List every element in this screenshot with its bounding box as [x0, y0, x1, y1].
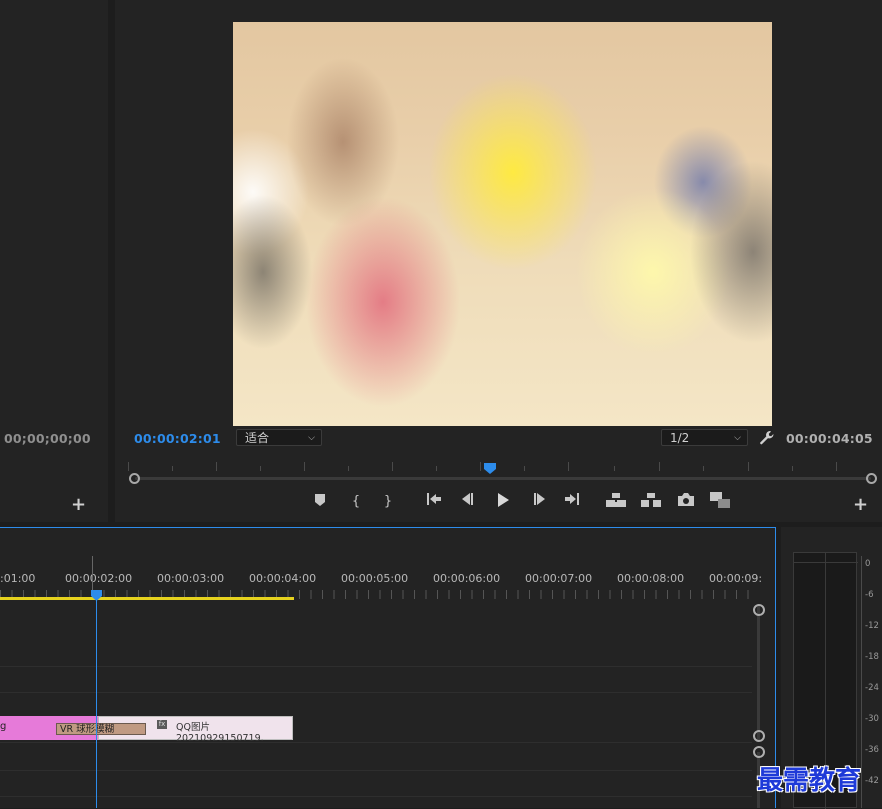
ruler-label: 00:00:09: [709, 572, 763, 585]
work-area-bar[interactable] [0, 597, 294, 600]
meter-label: -6 [865, 590, 874, 600]
resolution-select[interactable]: 1/2 ⌵ [661, 429, 748, 446]
watermark: 最需教育 [757, 766, 862, 796]
program-video-frame [233, 22, 772, 426]
meter-label: 0 [865, 559, 871, 569]
timeline-vertical-scrollbar-track[interactable] [757, 606, 760, 740]
go-to-out-icon[interactable] [561, 493, 583, 511]
scrollbar-top-handle[interactable] [753, 746, 765, 758]
track-divider [0, 796, 752, 797]
chevron-down-icon: ⌵ [734, 433, 741, 443]
video-clip[interactable]: g VR 球形模糊 fx QQ图片20210929150719. [0, 716, 293, 744]
zoom-select-value: 适合 [245, 431, 270, 445]
meter-label: -36 [865, 745, 879, 755]
audio-meter-scale-line [861, 556, 862, 808]
mark-in-icon[interactable]: { [345, 493, 367, 511]
fx-icon: fx [157, 720, 167, 729]
effect-badge-label: VR 球形模糊 [60, 724, 115, 735]
source-timecode[interactable]: 00;00;00;00 [4, 431, 91, 446]
lift-icon[interactable] [605, 493, 627, 511]
wrench-icon[interactable] [759, 430, 775, 446]
scrollbar-right-handle[interactable] [866, 473, 877, 484]
ruler-label: 00:00:05:00 [341, 572, 409, 585]
track-divider [0, 742, 752, 743]
ruler-label: 00:00:06:00 [433, 572, 501, 585]
ruler-label: 00:00:04:00 [249, 572, 317, 585]
duration-timecode: 00:00:04:05 [786, 431, 873, 446]
timeline-playhead-marker[interactable] [91, 586, 102, 601]
scrollbar-left-handle[interactable] [129, 473, 140, 484]
source-monitor-panel: 00;00;00;00 + [0, 0, 108, 522]
go-to-in-icon[interactable] [423, 493, 445, 511]
meter-label: -18 [865, 652, 879, 662]
chevron-down-icon: ⌵ [308, 433, 315, 443]
marker-icon[interactable] [309, 494, 331, 512]
resolution-select-value: 1/2 [670, 431, 690, 445]
ruler-label: 00:00:02:00 [65, 572, 133, 585]
ruler-label: 00:00:03:00 [157, 572, 225, 585]
meter-label: -42 [865, 776, 879, 786]
program-add-button[interactable]: + [853, 494, 868, 515]
timeline-playhead-line[interactable] [96, 593, 97, 808]
effect-badge: VR 球形模糊 [56, 723, 146, 735]
ruler-label: :01:00 [0, 572, 36, 585]
step-back-icon[interactable] [457, 493, 479, 511]
program-zoom-scrollbar[interactable] [129, 473, 877, 484]
scrollbar-top-handle[interactable] [753, 604, 765, 616]
scrollbar-bottom-handle[interactable] [753, 730, 765, 742]
source-add-button[interactable]: + [71, 494, 86, 515]
clip-left-fragment: g [0, 721, 7, 732]
meter-label: -12 [865, 621, 879, 631]
track-divider [0, 692, 752, 693]
meter-label: -24 [865, 683, 879, 693]
ruler-label: 00:00:07:00 [525, 572, 593, 585]
camera-icon[interactable] [675, 493, 697, 511]
compare-view-icon[interactable] [709, 492, 731, 510]
extract-icon[interactable] [640, 493, 662, 511]
clip-name: QQ图片20210929150719. [176, 722, 264, 744]
playhead-timecode[interactable]: 00:00:02:01 [134, 431, 221, 446]
timeline-ruler[interactable]: :01:00 00:00:02:00 00:00:03:00 00:00:04:… [0, 528, 776, 598]
meter-label: -30 [865, 714, 879, 724]
ruler-label: 00:00:08:00 [617, 572, 685, 585]
step-forward-icon[interactable] [528, 493, 550, 511]
zoom-select[interactable]: 适合 ⌵ [236, 429, 322, 446]
mark-out-icon[interactable]: } [377, 493, 399, 511]
track-divider [0, 666, 752, 667]
play-icon[interactable] [492, 493, 514, 511]
program-playhead-marker[interactable] [484, 459, 496, 474]
track-divider [0, 770, 752, 771]
